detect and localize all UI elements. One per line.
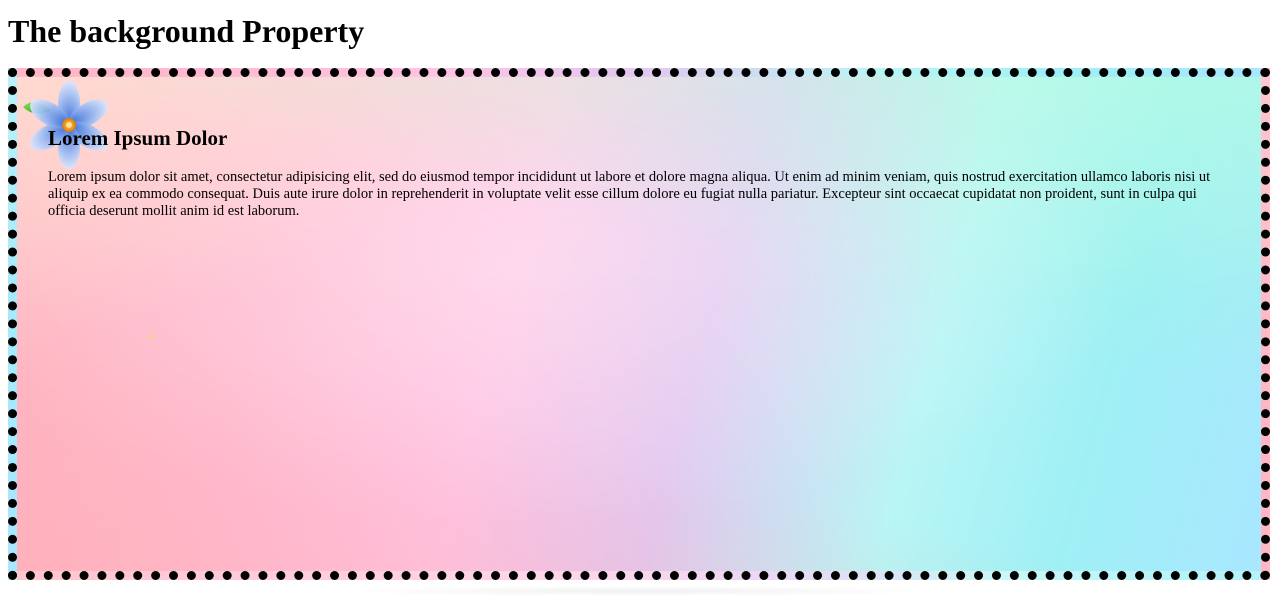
bottom-shadow: [330, 586, 950, 596]
page-title: The background Property: [8, 13, 365, 49]
background-box: Lorem Ipsum Dolor Lorem ipsum dolor sit …: [8, 68, 1270, 580]
box-content: Lorem Ipsum Dolor Lorem ipsum dolor sit …: [48, 125, 1234, 220]
box-paragraph: Lorem ipsum dolor sit amet, consectetur …: [48, 169, 1211, 219]
sparkle-icon: [145, 331, 157, 343]
box-heading: Lorem Ipsum Dolor: [48, 126, 228, 150]
